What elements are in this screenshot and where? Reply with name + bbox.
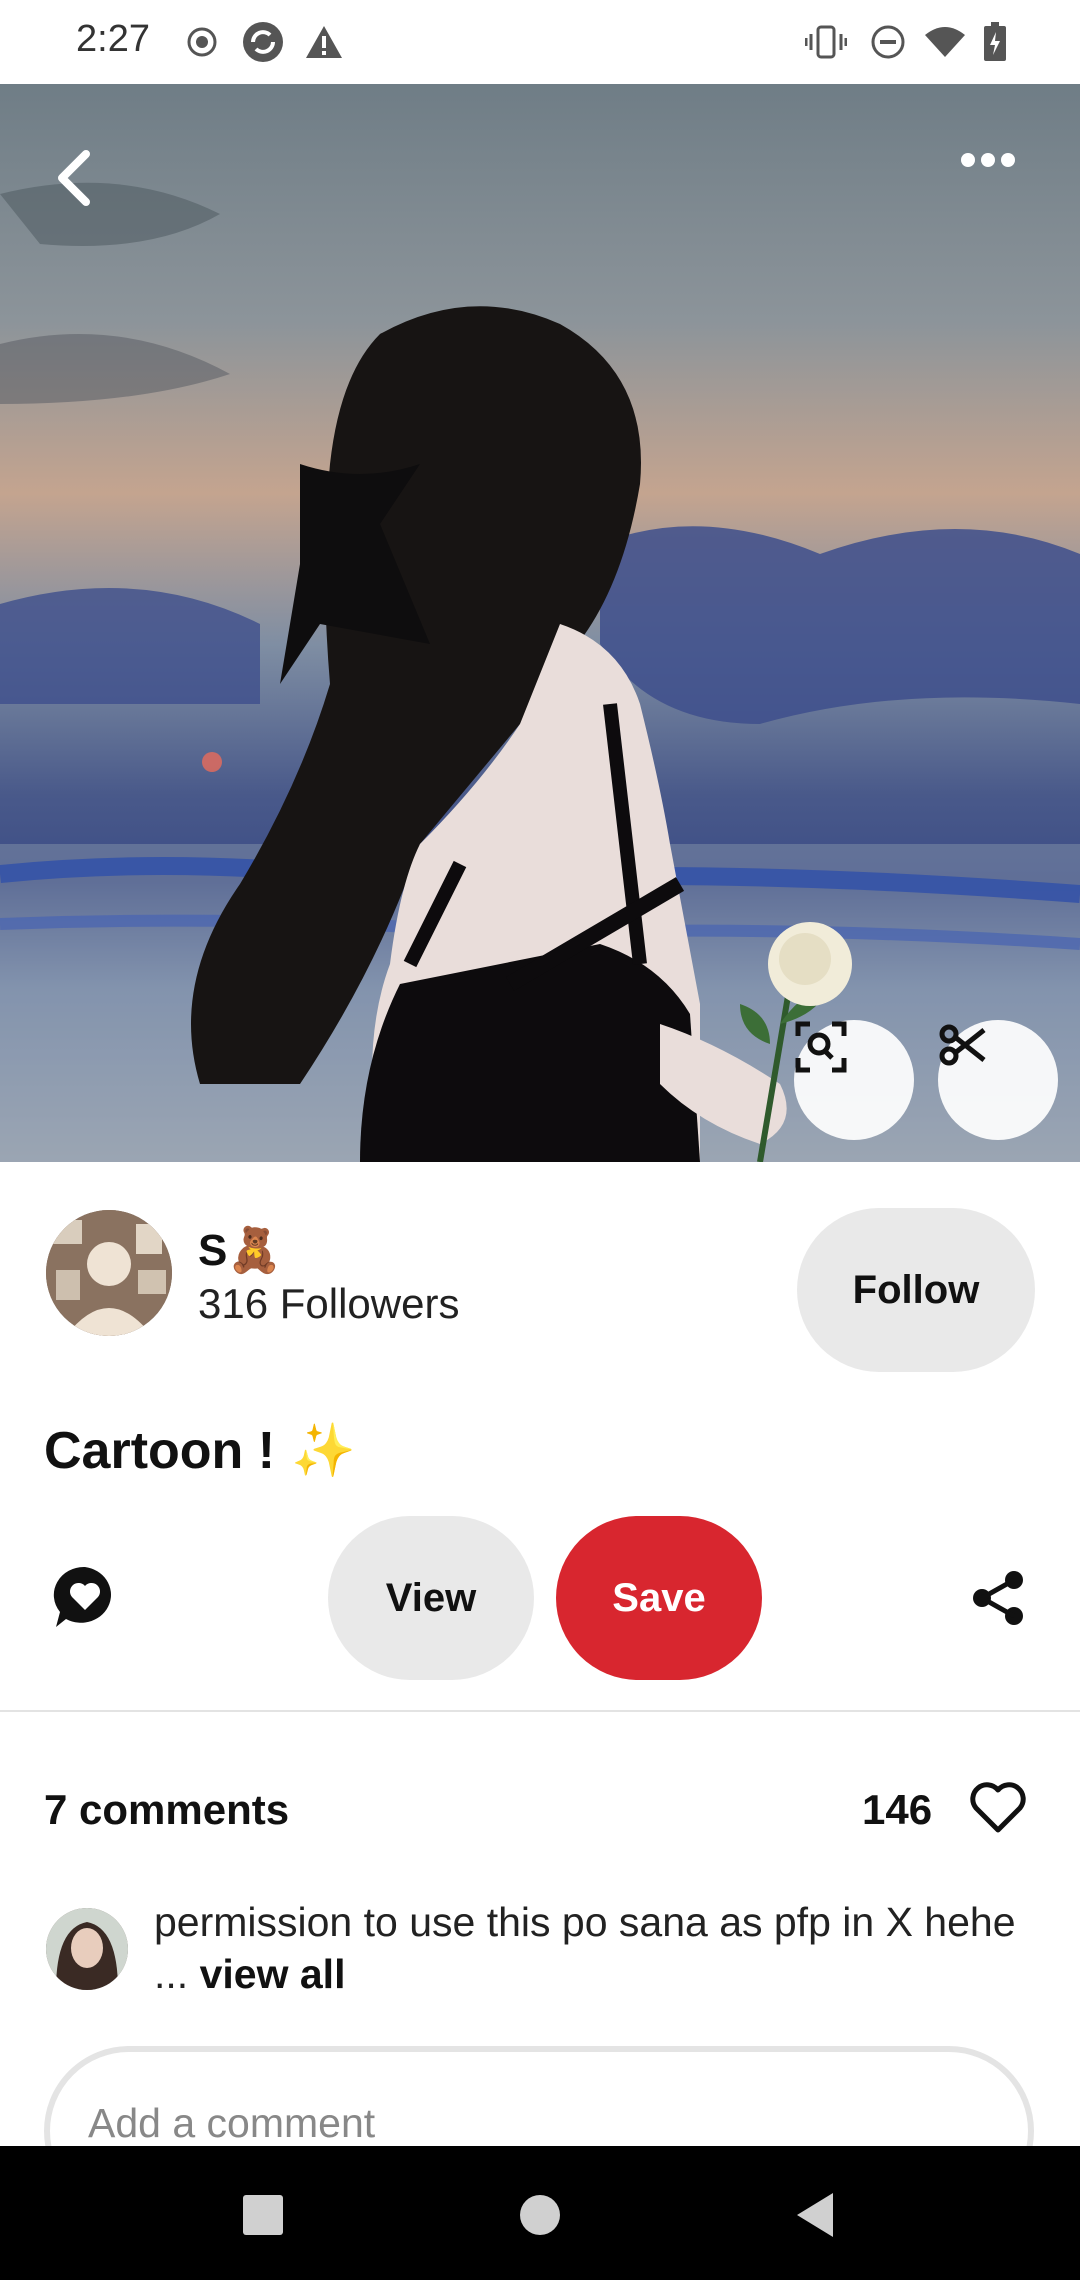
creator-name-emoji: 🧸 — [227, 1226, 283, 1275]
more-icon — [961, 153, 1015, 167]
heart-outline-icon — [970, 1782, 1026, 1833]
commenter-avatar[interactable] — [46, 1908, 128, 1990]
nav-back-button[interactable] — [780, 2180, 850, 2250]
system-nav-bar — [0, 2146, 1080, 2280]
recents-button[interactable] — [228, 2180, 298, 2250]
comment-text: permission to use this po sana as pfp in… — [154, 1896, 1034, 2000]
avatar-image — [46, 1210, 172, 1336]
sync-icon — [240, 20, 286, 64]
share-icon — [973, 1571, 1023, 1625]
cutout-button[interactable] — [938, 1020, 1058, 1140]
save-button[interactable]: Save — [556, 1516, 762, 1680]
pin-title: Cartoon ! ✨ — [44, 1420, 356, 1481]
back-button[interactable] — [54, 148, 110, 224]
creator-row: S🧸 316 Followers Follow — [0, 1200, 1080, 1380]
pin-image[interactable] — [0, 84, 1080, 1162]
recents-square-icon — [243, 2195, 283, 2235]
status-bar: 2:27 — [0, 0, 1080, 84]
commenter-avatar-image — [46, 1908, 128, 1990]
scissors-icon — [939, 1024, 986, 1066]
chat-heart-icon — [53, 1566, 111, 1627]
comment-input[interactable] — [86, 2092, 990, 2154]
share-button[interactable] — [968, 1568, 1032, 1632]
alert-icon — [302, 20, 346, 64]
battery-charging-icon — [978, 20, 1012, 64]
home-button[interactable] — [505, 2180, 575, 2250]
likes-count: 146 — [862, 1786, 933, 1833]
status-time: 2:27 — [76, 18, 150, 60]
pin-illustration — [0, 182, 1080, 1162]
creator-name[interactable]: S🧸 — [198, 1224, 282, 1276]
pin-title-text: Cartoon ! — [44, 1421, 276, 1480]
do-not-disturb-icon — [866, 20, 910, 64]
creator-name-text: S — [198, 1226, 228, 1275]
pin-title-emoji: ✨ — [291, 1422, 356, 1480]
comments-count: 7 comments — [44, 1786, 290, 1833]
more-options-button[interactable] — [958, 150, 1038, 214]
home-circle-icon — [520, 2195, 560, 2235]
comment-button[interactable] — [52, 1564, 124, 1636]
record-icon — [184, 20, 220, 64]
back-triangle-icon — [797, 2193, 833, 2237]
top-comment[interactable]: permission to use this po sana as pfp in… — [0, 1896, 1080, 2006]
follower-count: 316 Followers — [198, 1280, 460, 1327]
wifi-icon — [920, 20, 970, 64]
follow-button[interactable]: Follow — [797, 1208, 1035, 1372]
view-all-link[interactable]: view all — [200, 1951, 346, 1997]
action-row: View Save — [0, 1516, 1080, 1682]
comments-header: 7 comments 146 — [0, 1778, 1080, 1848]
view-button[interactable]: View — [328, 1516, 534, 1680]
visual-search-icon — [795, 1021, 847, 1073]
visual-search-button[interactable] — [794, 1020, 914, 1140]
section-divider — [0, 1710, 1080, 1712]
back-icon — [58, 150, 90, 206]
like-button[interactable] — [968, 1780, 1032, 1844]
vibrate-icon — [804, 20, 848, 64]
creator-avatar[interactable] — [46, 1210, 172, 1336]
